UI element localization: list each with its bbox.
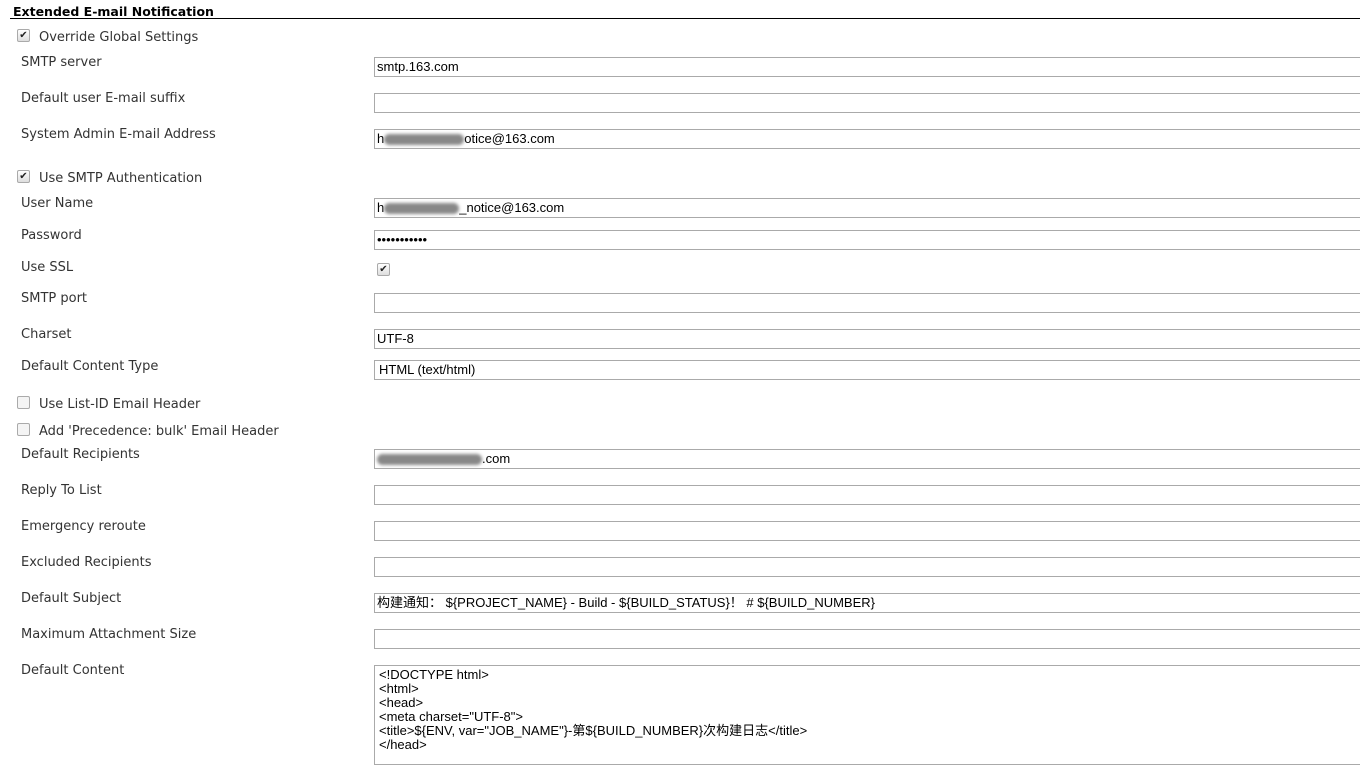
redaction <box>384 203 460 215</box>
smtp-server-input[interactable]: smtp.163.com <box>374 57 1360 77</box>
password-label: Password <box>21 228 82 243</box>
content-type-select[interactable]: HTML (text/html) <box>374 360 1360 380</box>
content-textarea[interactable]: <!DOCTYPE html> <html> <head> <meta char… <box>374 665 1360 765</box>
content-type-label: Default Content Type <box>21 359 159 374</box>
subject-input[interactable]: 构建通知： ${PROJECT_NAME} - Build - ${BUILD_… <box>374 593 1360 613</box>
use-ssl-checkbox[interactable]: ✔ <box>377 263 390 276</box>
redaction <box>384 134 465 146</box>
user-name-suffix: _notice@163.com <box>459 200 565 215</box>
section-divider <box>10 18 1360 19</box>
override-label: Override Global Settings <box>39 30 199 45</box>
smtp-port-label: SMTP port <box>21 291 88 306</box>
content-label: Default Content <box>21 663 125 678</box>
smtp-port-input[interactable] <box>374 293 1360 313</box>
precedence-label: Add 'Precedence: bulk' Email Header <box>39 424 279 439</box>
excluded-label: Excluded Recipients <box>21 555 152 570</box>
user-name-label: User Name <box>21 196 94 211</box>
smtp-auth-label: Use SMTP Authentication <box>39 171 203 186</box>
max-attach-label: Maximum Attachment Size <box>21 627 197 642</box>
recipients-input[interactable]: .com <box>374 449 1360 469</box>
user-name-input[interactable]: h _notice@163.com <box>374 198 1360 218</box>
list-id-label: Use List-ID Email Header <box>39 397 201 412</box>
admin-email-prefix: h <box>377 131 385 146</box>
admin-email-input[interactable]: h otice@163.com <box>374 129 1360 149</box>
charset-label: Charset <box>21 327 72 342</box>
password-input[interactable]: ••••••••••• <box>374 230 1360 250</box>
charset-input[interactable]: UTF-8 <box>374 329 1360 349</box>
smtp-auth-checkbox[interactable]: ✔ <box>17 170 30 183</box>
user-name-prefix: h <box>377 200 385 215</box>
recipients-label: Default Recipients <box>21 447 140 462</box>
email-suffix-label: Default user E-mail suffix <box>21 91 186 106</box>
admin-email-label: System Admin E-mail Address <box>21 127 216 142</box>
max-attach-input[interactable] <box>374 629 1360 649</box>
excluded-input[interactable] <box>374 557 1360 577</box>
email-suffix-input[interactable] <box>374 93 1360 113</box>
section-title: Extended E-mail Notification <box>13 4 214 19</box>
redaction <box>377 454 482 466</box>
reroute-input[interactable] <box>374 521 1360 541</box>
list-id-checkbox[interactable] <box>17 396 30 409</box>
override-checkbox[interactable]: ✔ <box>17 29 30 42</box>
precedence-checkbox[interactable] <box>17 423 30 436</box>
smtp-server-label: SMTP server <box>21 55 102 70</box>
recipients-suffix: .com <box>482 451 511 466</box>
reply-to-label: Reply To List <box>21 483 102 498</box>
subject-label: Default Subject <box>21 591 122 606</box>
use-ssl-label: Use SSL <box>21 260 74 275</box>
reply-to-input[interactable] <box>374 485 1360 505</box>
admin-email-suffix: otice@163.com <box>464 131 555 146</box>
reroute-label: Emergency reroute <box>21 519 146 534</box>
